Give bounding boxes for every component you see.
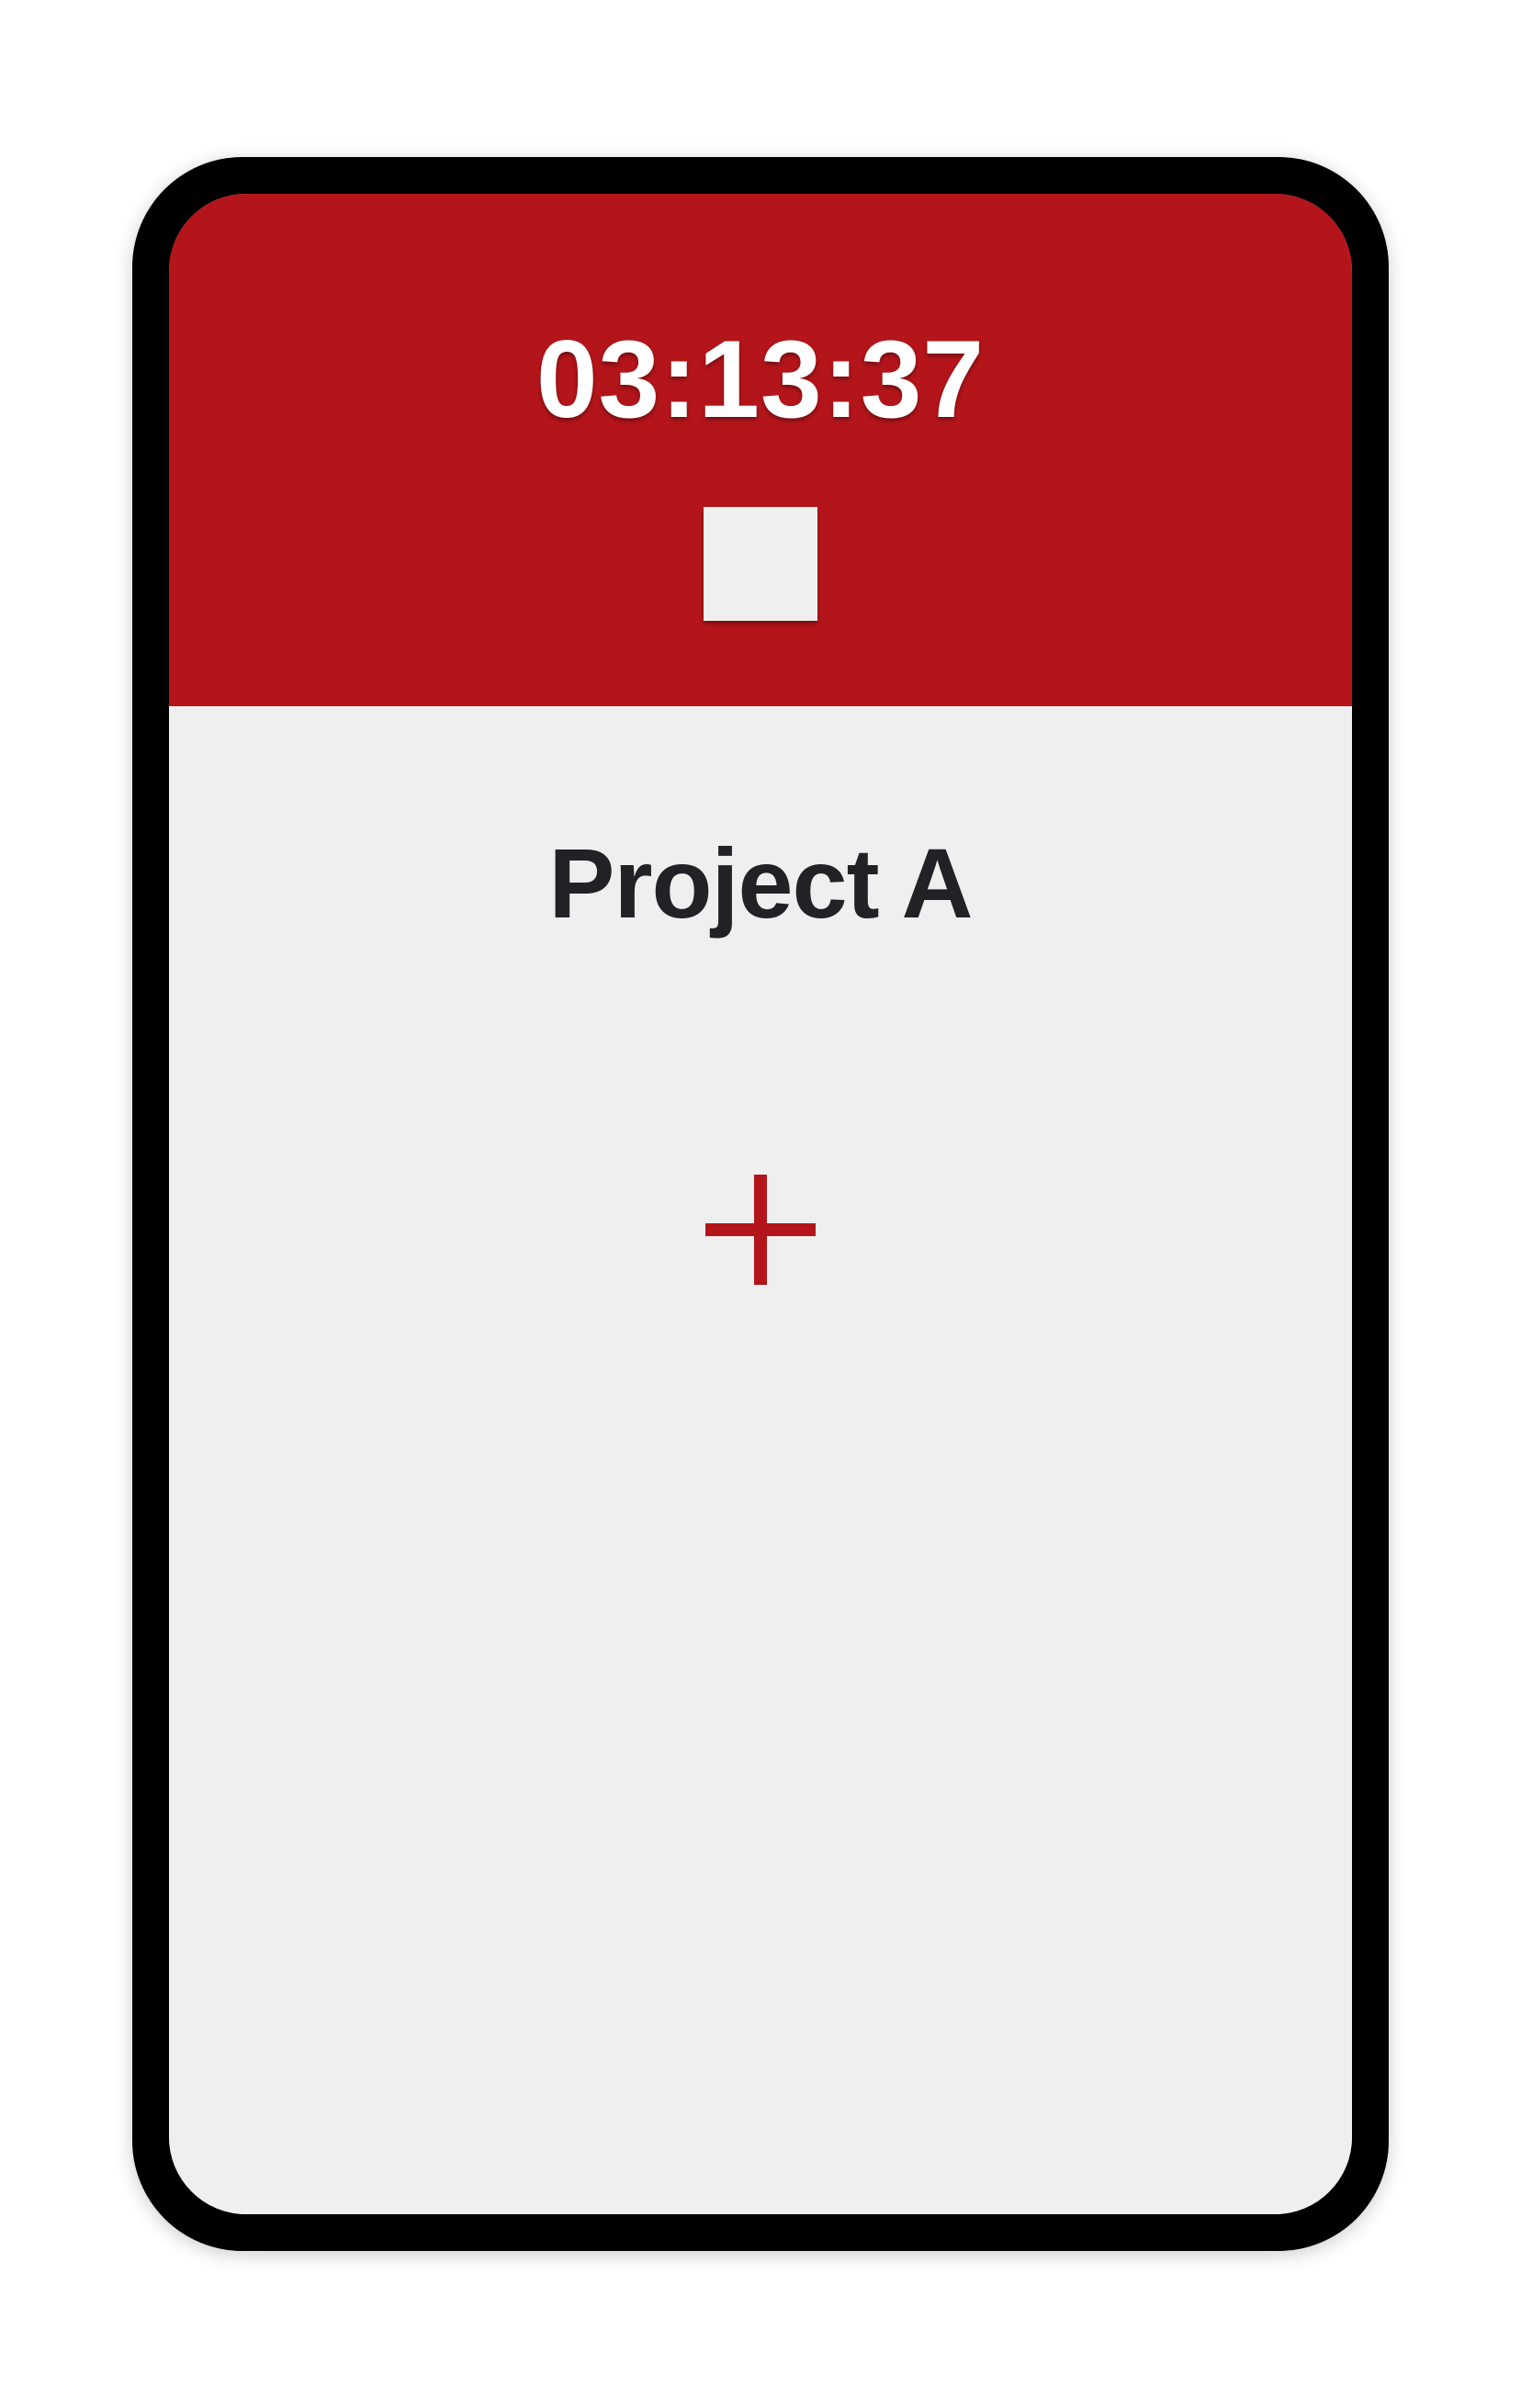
device-frame: 03:13:37 Project A (132, 157, 1389, 2251)
content-panel: Project A (169, 706, 1352, 2214)
stop-button[interactable] (704, 507, 817, 621)
app-screen: 03:13:37 Project A (169, 194, 1352, 2214)
project-title[interactable]: Project A (548, 826, 972, 940)
plus-icon (754, 1175, 767, 1285)
timer-panel: 03:13:37 (169, 194, 1352, 706)
elapsed-time: 03:13:37 (536, 316, 985, 443)
add-button[interactable] (701, 1170, 820, 1289)
